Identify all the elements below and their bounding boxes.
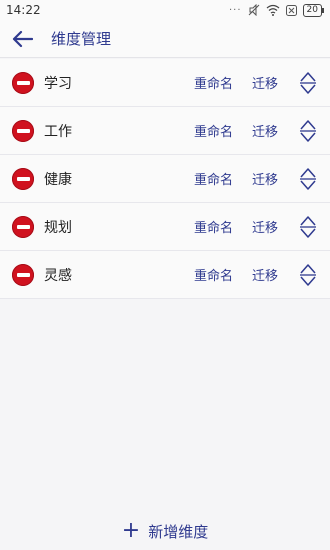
drag-handle[interactable]: [297, 118, 319, 144]
battery-indicator: 20: [302, 3, 325, 17]
drag-handle[interactable]: [297, 214, 319, 240]
remove-button[interactable]: [12, 263, 34, 286]
migrate-button[interactable]: 迁移: [252, 265, 278, 284]
drag-handle[interactable]: [297, 70, 319, 96]
page-title: 维度管理: [51, 30, 112, 48]
list-item: 工作 重命名 迁移: [0, 107, 330, 155]
up-down-arrows-icon: [300, 215, 316, 238]
remove-button[interactable]: [12, 119, 34, 142]
drag-handle[interactable]: [297, 166, 319, 192]
plus-icon: +: [121, 518, 141, 543]
add-dimension-button[interactable]: + 新增维度: [0, 518, 330, 544]
list-item: 灵感 重命名 迁移: [0, 251, 330, 299]
minus-circle-icon: [16, 80, 30, 85]
migrate-button[interactable]: 迁移: [252, 121, 278, 140]
status-bar: 14:22 ··· 20: [0, 0, 330, 20]
list-item: 健康 重命名 迁移: [0, 155, 330, 203]
wifi-icon: [266, 4, 279, 16]
status-icons: ··· 20: [229, 3, 325, 17]
item-label: 规划: [44, 219, 72, 236]
sim-x-icon: [285, 4, 297, 16]
item-label: 灵感: [44, 267, 72, 284]
minus-circle-icon: [16, 272, 30, 277]
migrate-button[interactable]: 迁移: [252, 73, 278, 92]
back-button[interactable]: [8, 25, 36, 53]
list-item: 规划 重命名 迁移: [0, 203, 330, 251]
rename-button[interactable]: 重命名: [194, 73, 233, 92]
up-down-arrows-icon: [300, 263, 316, 286]
up-down-arrows-icon: [300, 71, 316, 94]
up-down-arrows-icon: [300, 167, 316, 190]
rename-button[interactable]: 重命名: [194, 217, 233, 236]
item-label: 工作: [44, 123, 72, 140]
status-time: 14:22: [6, 3, 41, 17]
item-label: 学习: [44, 75, 72, 92]
rename-button[interactable]: 重命名: [194, 265, 233, 284]
app-bar: 维度管理: [0, 20, 330, 58]
remove-button[interactable]: [12, 215, 34, 238]
dimension-list: 学习 重命名 迁移 工作 重命名 迁移 健康 重命名 迁移 规划 重命名 迁移 …: [0, 59, 330, 299]
list-item: 学习 重命名 迁移: [0, 59, 330, 107]
item-label: 健康: [44, 171, 72, 188]
rename-button[interactable]: 重命名: [194, 169, 233, 188]
up-down-arrows-icon: [300, 119, 316, 142]
arrow-left-icon: [12, 30, 33, 47]
mute-icon: [248, 4, 259, 16]
remove-button[interactable]: [12, 71, 34, 94]
add-dimension-label: 新增维度: [148, 522, 209, 541]
minus-circle-icon: [16, 128, 30, 133]
minus-circle-icon: [16, 224, 30, 229]
more-dots-icon: ···: [229, 4, 242, 16]
migrate-button[interactable]: 迁移: [252, 169, 278, 188]
drag-handle[interactable]: [297, 262, 319, 288]
rename-button[interactable]: 重命名: [194, 121, 233, 140]
migrate-button[interactable]: 迁移: [252, 217, 278, 236]
minus-circle-icon: [16, 176, 30, 181]
remove-button[interactable]: [12, 167, 34, 190]
